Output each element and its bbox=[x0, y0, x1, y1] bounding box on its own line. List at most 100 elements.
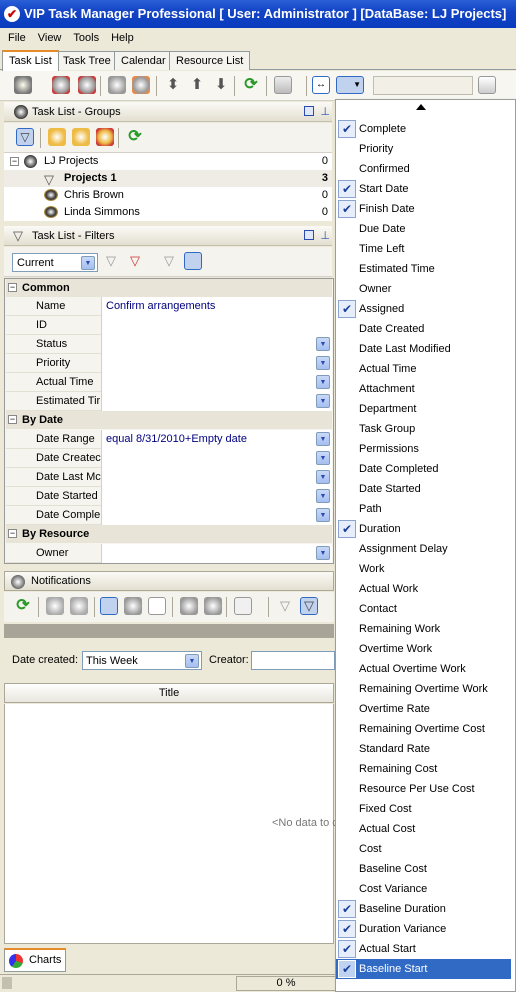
chevron-down-icon[interactable]: ▼ bbox=[316, 489, 330, 503]
menu-item-confirmed[interactable]: Confirmed bbox=[336, 159, 511, 179]
chevron-down-icon[interactable]: ▼ bbox=[316, 394, 330, 408]
menu-item-duration[interactable]: ✔ Duration bbox=[336, 519, 511, 539]
export-icon[interactable] bbox=[478, 76, 496, 94]
tab-charts[interactable]: Charts bbox=[4, 948, 66, 972]
menu-item-assigned[interactable]: ✔ Assigned bbox=[336, 299, 511, 319]
notif-view-icon[interactable] bbox=[100, 597, 118, 615]
menu-item-path[interactable]: Path bbox=[336, 499, 511, 519]
task-props-icon[interactable] bbox=[108, 76, 126, 94]
pin-icon[interactable]: ⊥ bbox=[320, 105, 330, 118]
notif-filter-active-icon[interactable]: ▽ bbox=[300, 597, 318, 615]
filter-row-date-last-modified[interactable]: Date Last Mc ▼ bbox=[6, 468, 332, 487]
chevron-down-icon[interactable]: ▼ bbox=[316, 432, 330, 446]
menu-item-remaining-overtime-cost[interactable]: Remaining Overtime Cost bbox=[336, 719, 511, 739]
row-value[interactable] bbox=[101, 487, 332, 506]
move-up-icon[interactable]: ⬆ bbox=[188, 76, 206, 94]
menu-view[interactable]: View bbox=[34, 28, 66, 48]
row-value[interactable] bbox=[101, 449, 332, 468]
menu-item-date-last-modified[interactable]: Date Last Modified bbox=[336, 339, 511, 359]
row-value[interactable] bbox=[101, 316, 332, 335]
menu-help[interactable]: Help bbox=[107, 28, 138, 48]
filter-row-date-completed[interactable]: Date Comple ▼ bbox=[6, 506, 332, 525]
menu-item-remaining-cost[interactable]: Remaining Cost bbox=[336, 759, 511, 779]
chevron-down-icon[interactable]: ▼ bbox=[316, 508, 330, 522]
task-edit-icon[interactable] bbox=[132, 76, 150, 94]
menu-item-resource-per-use-cost[interactable]: Resource Per Use Cost bbox=[336, 779, 511, 799]
tree-item-linda-simmons[interactable]: Linda Simmons 0 bbox=[4, 204, 332, 221]
filter-row-name[interactable]: Name Confirm arrangements bbox=[6, 297, 332, 316]
menu-item-complete[interactable]: ✔ Complete bbox=[336, 119, 511, 139]
menu-item-remaining-overtime-work[interactable]: Remaining Overtime Work bbox=[336, 679, 511, 699]
filter-apply-icon[interactable] bbox=[184, 252, 202, 270]
tab-task-list[interactable]: Task List bbox=[2, 50, 59, 71]
print-icon[interactable] bbox=[274, 76, 292, 94]
filter-row-actual-time[interactable]: Actual Time ▼ bbox=[6, 373, 332, 392]
notif-hand-icon[interactable] bbox=[204, 597, 222, 615]
menu-item-finish-date[interactable]: ✔ Finish Date bbox=[336, 199, 511, 219]
menu-item-task-group[interactable]: Task Group bbox=[336, 419, 511, 439]
menu-item-actual-work[interactable]: Actual Work bbox=[336, 579, 511, 599]
delete-task-icon[interactable] bbox=[52, 76, 70, 94]
notif-columns-icon[interactable] bbox=[234, 597, 252, 615]
group-by-date[interactable]: − By Date bbox=[6, 411, 332, 429]
edit-group-icon[interactable] bbox=[72, 128, 90, 146]
menu-item-overtime-work[interactable]: Overtime Work bbox=[336, 639, 511, 659]
menu-item-fixed-cost[interactable]: Fixed Cost bbox=[336, 799, 511, 819]
refresh-icon[interactable]: ⟳ bbox=[242, 76, 260, 94]
filter-row-date-range[interactable]: Date Range equal 8/31/2010+Empty date ▼ bbox=[6, 430, 332, 449]
delete-group-icon[interactable] bbox=[96, 128, 114, 146]
menu-file[interactable]: File bbox=[4, 28, 30, 48]
row-value[interactable] bbox=[101, 468, 332, 487]
menu-item-start-date[interactable]: ✔ Start Date bbox=[336, 179, 511, 199]
group-common[interactable]: − Common bbox=[6, 279, 332, 297]
menu-item-permissions[interactable]: Permissions bbox=[336, 439, 511, 459]
tab-task-tree[interactable]: Task Tree bbox=[56, 51, 118, 70]
add-group-icon[interactable] bbox=[48, 128, 66, 146]
menu-item-time-left[interactable]: Time Left bbox=[336, 239, 511, 259]
chevron-down-icon[interactable]: ▼ bbox=[316, 546, 330, 560]
panel-menu-icon[interactable] bbox=[304, 106, 314, 116]
notif-unread-icon[interactable] bbox=[70, 597, 88, 615]
chevron-down-icon[interactable]: ▼ bbox=[316, 470, 330, 484]
delete-all-icon[interactable] bbox=[78, 76, 96, 94]
notif-read-icon[interactable] bbox=[46, 597, 64, 615]
menu-item-priority[interactable]: Priority bbox=[336, 139, 511, 159]
notif-filter-icon[interactable]: ▽ bbox=[276, 597, 294, 615]
new-task-icon[interactable] bbox=[14, 76, 32, 94]
filter-row-priority[interactable]: Priority ▼ bbox=[6, 354, 332, 373]
row-value[interactable] bbox=[101, 335, 332, 354]
menu-item-baseline-duration[interactable]: ✔ Baseline Duration bbox=[336, 899, 511, 919]
menu-item-attachment[interactable]: Attachment bbox=[336, 379, 511, 399]
menu-item-due-date[interactable]: Due Date bbox=[336, 219, 511, 239]
menu-item-actual-start[interactable]: ✔ Actual Start bbox=[336, 939, 511, 959]
filter-toggle-icon[interactable]: ▽ bbox=[16, 128, 34, 146]
remove-filter-icon[interactable]: ▽ bbox=[160, 252, 178, 270]
menu-item-duration-variance[interactable]: ✔ Duration Variance bbox=[336, 919, 511, 939]
notif-open-icon[interactable] bbox=[124, 597, 142, 615]
add-filter-icon[interactable]: ▽ bbox=[102, 252, 120, 270]
chevron-down-icon[interactable]: ▼ bbox=[316, 337, 330, 351]
chevron-down-icon[interactable]: ▼ bbox=[316, 451, 330, 465]
group-by-resource[interactable]: − By Resource bbox=[6, 525, 332, 543]
menu-item-assignment-delay[interactable]: Assignment Delay bbox=[336, 539, 511, 559]
pin-icon[interactable]: ⊥ bbox=[320, 229, 330, 242]
move-down-icon[interactable]: ⬇ bbox=[212, 76, 230, 94]
menu-item-date-created[interactable]: Date Created bbox=[336, 319, 511, 339]
groups-refresh-icon[interactable]: ⟳ bbox=[126, 128, 144, 146]
menu-item-date-completed[interactable]: Date Completed bbox=[336, 459, 511, 479]
menu-tools[interactable]: Tools bbox=[69, 28, 103, 48]
scroll-up-icon[interactable] bbox=[416, 104, 426, 110]
filter-row-id[interactable]: ID bbox=[6, 316, 332, 335]
menu-item-owner[interactable]: Owner bbox=[336, 279, 511, 299]
tree-item-chris-brown[interactable]: Chris Brown 0 bbox=[4, 187, 332, 204]
panel-menu-icon[interactable] bbox=[304, 230, 314, 240]
edit-filter-icon[interactable]: ▽ bbox=[126, 252, 144, 270]
creator-input[interactable] bbox=[251, 651, 335, 670]
menu-item-estimated-time[interactable]: Estimated Time bbox=[336, 259, 511, 279]
filter-row-status[interactable]: Status ▼ bbox=[6, 335, 332, 354]
row-value[interactable] bbox=[101, 392, 332, 411]
menu-item-work[interactable]: Work bbox=[336, 559, 511, 579]
menu-item-standard-rate[interactable]: Standard Rate bbox=[336, 739, 511, 759]
row-value[interactable] bbox=[101, 354, 332, 373]
date-created-select[interactable]: This Week ▼ bbox=[82, 651, 202, 670]
